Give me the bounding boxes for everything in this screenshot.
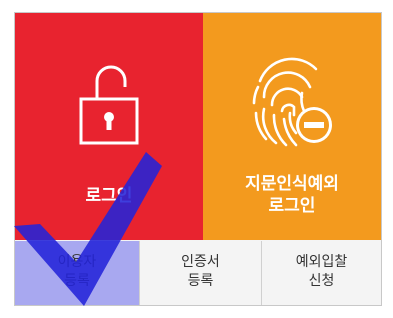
fingerprint-exception-login-label: 지문인식예외 로그인 — [245, 174, 339, 216]
certificate-register-button[interactable]: 인증서 등록 — [139, 241, 261, 305]
unlocked-padlock-icon — [79, 65, 139, 145]
user-register-button[interactable]: 이용자 등록 — [15, 241, 139, 305]
bottom-button-row: 이용자 등록 인증서 등록 예외입찰 신청 — [15, 241, 381, 305]
login-menu-panel: 로그인 지문인식예외 로그인 이용자 등록 인증서 등록 예외입찰 신청 — [14, 12, 382, 306]
login-tile[interactable]: 로그인 — [15, 13, 203, 240]
fingerprint-minus-icon — [252, 57, 332, 147]
fingerprint-exception-login-tile[interactable]: 지문인식예외 로그인 — [203, 13, 381, 240]
exception-bid-request-button[interactable]: 예외입찰 신청 — [261, 241, 381, 305]
login-label: 로그인 — [85, 186, 133, 206]
